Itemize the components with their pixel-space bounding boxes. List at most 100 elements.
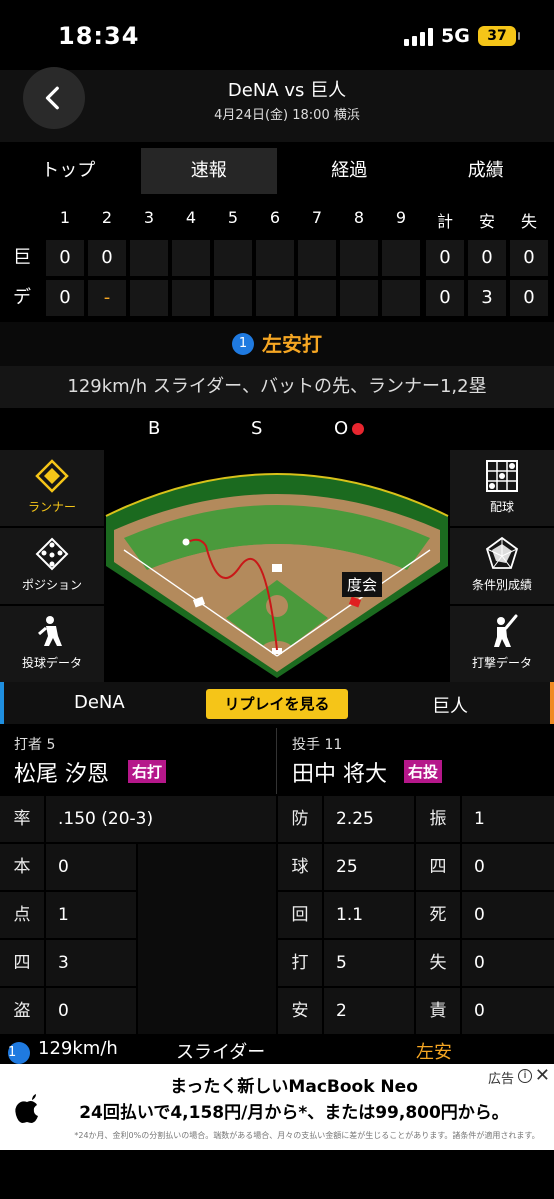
tab-live[interactable]: 速報 [140,148,277,194]
total-runs: 0 [426,280,464,316]
play-result-text: 左安打 [262,332,322,356]
tab-stats[interactable]: 成績 [418,148,554,194]
score-cell [214,280,252,316]
stat-value: 0 [46,844,136,890]
home-accent [0,682,4,724]
grid-icon [486,460,518,492]
team-bar: DeNA リプレイを見る 巨人 [0,682,554,724]
total-runs: 0 [426,240,464,276]
score-cell-current: - [88,280,126,316]
ad-offer: 24回払いで4,158円/月から*、または99,800円から。 [79,1103,509,1123]
stat-label: 責 [416,988,460,1034]
replay-button[interactable]: リプレイを見る [206,689,348,719]
score-cell [214,240,252,276]
scoreboard-header: 1 2 3 4 5 6 7 8 9 計 安 失 [0,208,554,238]
away-team-label[interactable]: 巨人 [432,692,468,718]
stat-value: 25 [324,844,414,890]
radar-icon [485,536,519,569]
matchup-players: 打者 5 松尾 汐恩 右打 投手 11 田中 将大 右投 [0,728,554,794]
score-cell [340,240,378,276]
tab-top[interactable]: トップ [0,148,137,194]
batter-hand-badge: 右打 [128,760,167,783]
stat-label: 点 [0,892,44,938]
stat-label: 振 [416,796,460,842]
stat-value: 0 [462,844,554,890]
play-result: 1 左安打 [0,322,554,366]
position-icon [35,537,69,571]
total-hits: 3 [468,280,506,316]
score-cell [172,240,210,276]
score-cell [298,240,336,276]
conditional-stats-button[interactable]: 条件別成績 [450,528,554,604]
batter-name[interactable]: 松尾 汐恩 [14,756,109,788]
info-icon[interactable]: i [518,1069,532,1083]
position-label: ポジション [21,578,82,592]
battery-icon: 37 [478,26,520,46]
player-divider [276,728,277,794]
pitch-data-button[interactable]: 投球データ [0,606,104,682]
game-header: DeNA vs 巨人 4月24日(金) 18:00 横浜 [0,67,554,142]
inning-1: 1 [59,208,71,227]
stat-label: 球 [278,844,322,890]
close-icon[interactable]: ✕ [535,1065,550,1086]
total-errors-label: 失 [520,212,537,231]
score-cell: 0 [88,240,126,276]
total-hits: 0 [468,240,506,276]
pitch-record-button[interactable]: 配球 [450,450,554,526]
stat-label: 盗 [0,988,44,1034]
runner-button[interactable]: ランナー [0,450,104,526]
stat-label: 打 [278,940,322,986]
stat-value: 0 [462,940,554,986]
tab-bar: トップ 速報 経過 成績 [0,148,554,194]
conditional-stats-label: 条件別成績 [471,578,532,592]
total-errors: 0 [510,280,548,316]
stat-label: 安 [278,988,322,1034]
inning-7: 7 [311,208,323,227]
scoreboard-row-away: 巨 0 0 0 0 0 [0,240,554,276]
inning-6: 6 [269,208,281,227]
ad-label: 広告 [487,1072,514,1087]
pitcher-name[interactable]: 田中 将大 [292,756,387,788]
stat-value: 1 [462,796,554,842]
pitch-data-label: 投球データ [21,656,82,670]
inning-8: 8 [353,208,365,227]
status-time: 18:34 [58,22,140,50]
inning-9: 9 [395,208,407,227]
stat-value: 0 [46,988,136,1034]
position-button[interactable]: ポジション [0,528,104,604]
stat-label: 率 [0,796,44,842]
play-number-badge: 1 [232,332,254,355]
stat-empty-area [138,844,276,1034]
out-label: O [334,418,365,439]
out-letter: O [334,418,349,439]
baseball-field [105,473,449,678]
tab-progress[interactable]: 経過 [281,148,418,194]
stat-value: 1 [46,892,136,938]
batting-data-label: 打撃データ [471,656,532,670]
match-subtitle: 4月24日(金) 18:00 横浜 [214,108,360,123]
stat-value: 1.1 [324,892,414,938]
ad-headline: まったく新しいMacBook Neo [170,1077,418,1097]
stat-label: 四 [0,940,44,986]
stat-value: 2.25 [324,796,414,842]
ball-count: B S O [0,408,554,450]
pitcher-icon [38,616,62,646]
score-cell [256,240,294,276]
team-abbr: デ [13,287,31,308]
inning-2: 2 [101,208,113,227]
field-area: ランナー ポジション 投球データ 配球 条件別成績 打撃データ 度会 [0,450,554,682]
stat-value: 2 [324,988,414,1034]
stat-label: 防 [278,796,322,842]
strike-label: S [251,418,263,439]
pitch-result: 左安 [416,1042,452,1063]
home-team-label[interactable]: DeNA [74,692,125,713]
signal-icon [404,28,436,46]
ad-banner[interactable]: まったく新しいMacBook Neo 24回払いで4,158円/月から*、または… [0,1064,554,1150]
stats-grid: 率 .150 (20-3) 本 0 点 1 四 3 盗 0 防 2.25 球 2… [0,796,554,1034]
score-cell [130,240,168,276]
batting-data-button[interactable]: 打撃データ [450,606,554,682]
pitch-type: スライダー [176,1042,266,1063]
stat-value: .150 (20-3) [46,796,276,842]
ball-label: B [148,418,161,439]
pitch-log-row[interactable]: 1 129km/h スライダー 左安 [0,1034,554,1066]
